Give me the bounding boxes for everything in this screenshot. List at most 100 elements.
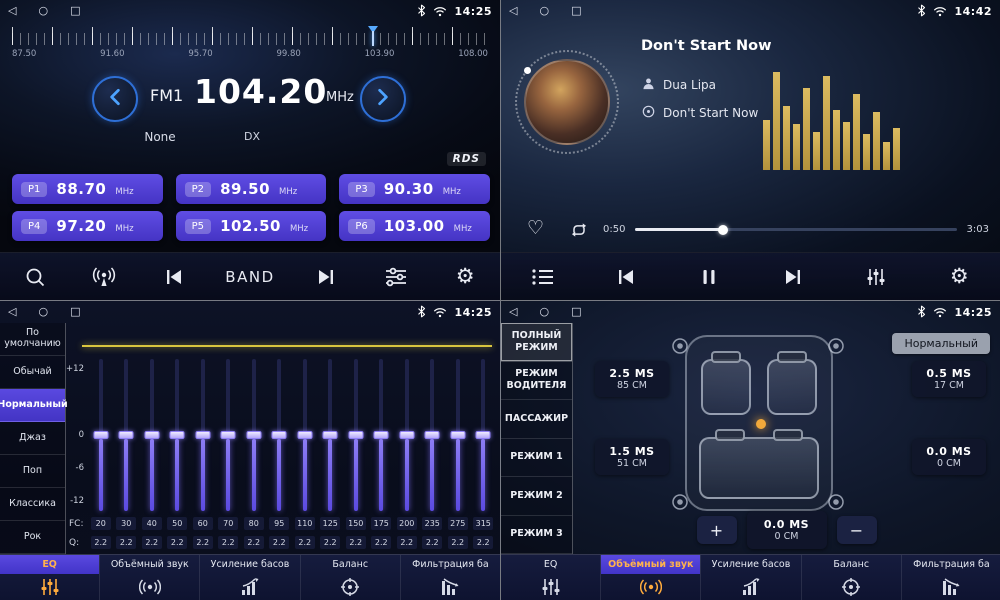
back-icon[interactable]: ◁: [509, 0, 517, 22]
eq-band-slider[interactable]: [216, 359, 242, 511]
eq-band-slider[interactable]: [471, 359, 497, 511]
scan-icon[interactable]: [17, 266, 53, 288]
tab-surround[interactable]: Объёмный звук: [100, 555, 200, 600]
slider-thumb[interactable]: [425, 431, 440, 439]
settings-icon[interactable]: ⚙: [941, 266, 977, 287]
favorite-icon[interactable]: ♡: [527, 217, 544, 239]
back-icon[interactable]: ◁: [8, 301, 16, 323]
eq-band-slider[interactable]: [190, 359, 216, 511]
tab-balance[interactable]: Баланс: [301, 555, 401, 600]
slider-thumb[interactable]: [450, 431, 465, 439]
home-icon[interactable]: ○: [38, 0, 48, 22]
eq-band-slider[interactable]: [394, 359, 420, 511]
home-icon[interactable]: ○: [539, 301, 549, 323]
tab-bass-boost[interactable]: Усиление басов: [701, 555, 801, 600]
listening-mode-item[interactable]: ПОЛНЫЙ РЕЖИМ: [501, 323, 572, 362]
back-icon[interactable]: ◁: [8, 0, 16, 22]
recents-icon[interactable]: □: [70, 301, 80, 323]
seek-up-button[interactable]: [360, 76, 406, 122]
listening-mode-item[interactable]: РЕЖИМ ВОДИТЕЛЯ: [501, 362, 572, 401]
tab-filter[interactable]: Фильтрация ба: [902, 555, 1000, 600]
decrease-delay-button[interactable]: −: [837, 516, 877, 544]
recents-icon[interactable]: □: [571, 301, 581, 323]
slider-thumb[interactable]: [93, 431, 108, 439]
mixer-icon[interactable]: [378, 266, 414, 288]
slider-thumb[interactable]: [323, 431, 338, 439]
home-icon[interactable]: ○: [38, 301, 48, 323]
listening-mode-item[interactable]: РЕЖИМ 1: [501, 439, 572, 478]
broadcast-icon[interactable]: [86, 266, 122, 288]
seat-front-right[interactable]: [767, 359, 817, 415]
album-art[interactable]: [515, 50, 619, 154]
eq-band-slider[interactable]: [420, 359, 446, 511]
eq-band-slider[interactable]: [139, 359, 165, 511]
tab-eq[interactable]: EQ: [0, 555, 100, 600]
eq-band-slider[interactable]: [445, 359, 471, 511]
eq-band-slider[interactable]: [267, 359, 293, 511]
eq-band-slider[interactable]: [292, 359, 318, 511]
eq-preset-item[interactable]: Джаз: [0, 422, 65, 455]
tab-balance[interactable]: Баланс: [802, 555, 902, 600]
increase-delay-button[interactable]: +: [697, 516, 737, 544]
slider-thumb[interactable]: [195, 431, 210, 439]
tab-filter[interactable]: Фильтрация ба: [401, 555, 500, 600]
eq-band-slider[interactable]: [165, 359, 191, 511]
slider-thumb[interactable]: [476, 431, 491, 439]
repeat-icon[interactable]: [569, 220, 589, 244]
preset-button-p3[interactable]: P390.30MHz: [339, 174, 490, 204]
preset-button-p5[interactable]: P5102.50MHz: [176, 211, 327, 241]
seat-rear-bench[interactable]: [699, 437, 819, 499]
listening-mode-item[interactable]: РЕЖИМ 2: [501, 477, 572, 516]
slider-thumb[interactable]: [399, 431, 414, 439]
listening-mode-item[interactable]: ПАССАЖИР: [501, 400, 572, 439]
home-icon[interactable]: ○: [539, 0, 549, 22]
playlist-icon[interactable]: [525, 267, 561, 287]
eq-band-slider[interactable]: [241, 359, 267, 511]
back-icon[interactable]: ◁: [509, 301, 517, 323]
next-track-icon[interactable]: [775, 265, 811, 289]
slider-thumb[interactable]: [297, 431, 312, 439]
slider-thumb[interactable]: [348, 431, 363, 439]
slider-thumb[interactable]: [144, 431, 159, 439]
tab-bass-boost[interactable]: Усиление басов: [200, 555, 300, 600]
sound-preset-button[interactable]: Нормальный: [892, 333, 990, 354]
eq-preset-item[interactable]: Поп: [0, 455, 65, 488]
preset-button-p4[interactable]: P497.20MHz: [12, 211, 163, 241]
seek-down-button[interactable]: [92, 76, 138, 122]
eq-band-slider[interactable]: [343, 359, 369, 511]
eq-band-slider[interactable]: [88, 359, 114, 511]
frequency-scale[interactable]: 87.50 91.60 95.70 99.80 103.90 108.00: [0, 25, 500, 69]
preset-button-p1[interactable]: P188.70MHz: [12, 174, 163, 204]
seat-front-left[interactable]: [701, 359, 751, 415]
progress-thumb[interactable]: [718, 225, 728, 235]
recents-icon[interactable]: □: [70, 0, 80, 22]
slider-thumb[interactable]: [170, 431, 185, 439]
prev-track-icon[interactable]: [608, 265, 644, 289]
eq-band-slider[interactable]: [114, 359, 140, 511]
settings-icon[interactable]: ⚙: [447, 266, 483, 287]
slider-thumb[interactable]: [246, 431, 261, 439]
tab-surround[interactable]: Объёмный звук: [601, 555, 701, 600]
listening-mode-item[interactable]: РЕЖИМ 3: [501, 516, 572, 555]
prev-track-icon[interactable]: [156, 265, 192, 289]
slider-thumb[interactable]: [119, 431, 134, 439]
eq-preset-item[interactable]: Рок: [0, 521, 65, 554]
eq-sliders-icon[interactable]: [858, 267, 894, 287]
eq-band-slider[interactable]: [369, 359, 395, 511]
band-button[interactable]: BAND: [225, 268, 274, 286]
slider-thumb[interactable]: [272, 431, 287, 439]
slider-thumb[interactable]: [374, 431, 389, 439]
eq-preset-item[interactable]: Классика: [0, 488, 65, 521]
preset-button-p6[interactable]: P6103.00MHz: [339, 211, 490, 241]
progress-bar[interactable]: [635, 228, 957, 231]
eq-band-slider[interactable]: [318, 359, 344, 511]
pause-icon[interactable]: [691, 266, 727, 288]
slider-thumb[interactable]: [221, 431, 236, 439]
recents-icon[interactable]: □: [571, 0, 581, 22]
preset-button-p2[interactable]: P289.50MHz: [176, 174, 327, 204]
eq-preset-item[interactable]: Нормальный: [0, 389, 65, 422]
eq-preset-item[interactable]: По умолчанию: [0, 323, 65, 356]
next-track-icon[interactable]: [308, 265, 344, 289]
eq-preset-item[interactable]: Обычай: [0, 356, 65, 389]
tab-eq[interactable]: EQ: [501, 555, 601, 600]
